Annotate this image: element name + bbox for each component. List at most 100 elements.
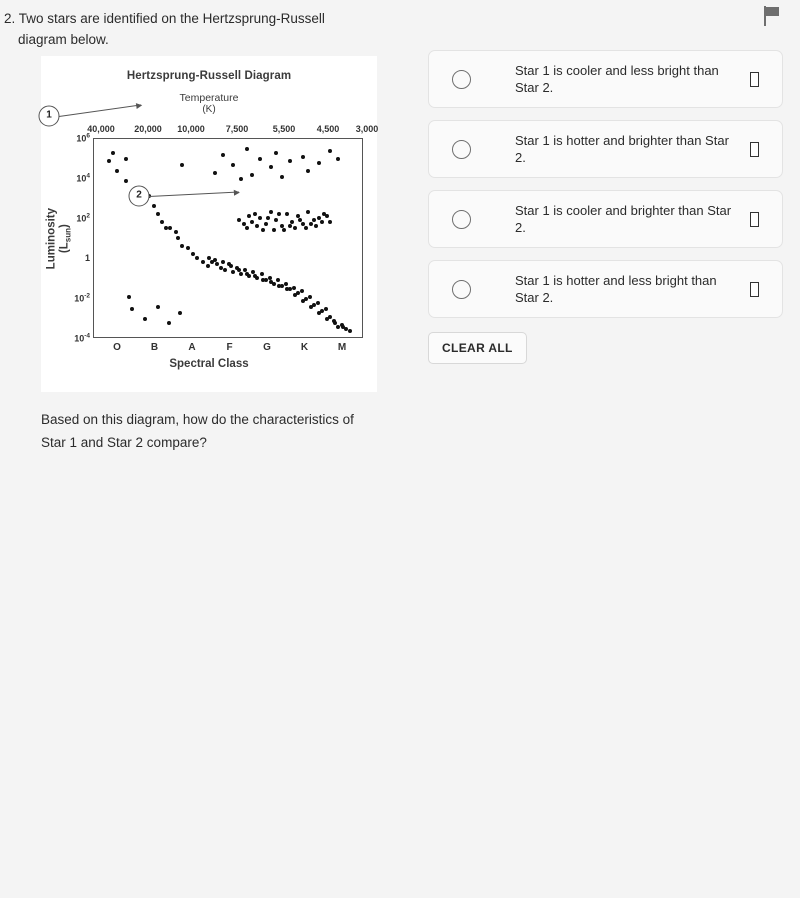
hr-diagram-figure: Hertzsprung-Russell Diagram Temperature …: [38, 56, 379, 392]
radio-option-d[interactable]: [452, 279, 471, 299]
temperature-tick-0: 40,000: [87, 124, 115, 134]
temperature-tick-row: 40,000 20,000 10,000 7,500 5,500 4,500 3,000: [41, 124, 379, 136]
temperature-tick-5: 4,500: [316, 124, 340, 134]
hr-plot-area: [93, 138, 363, 338]
star-point-giants: [282, 228, 287, 233]
star-point-giants: [252, 212, 257, 217]
star-point-main-sequence: [212, 257, 217, 262]
star-point-main-sequence: [180, 243, 185, 248]
star-point-giants: [298, 218, 303, 223]
star-point-main-sequence: [173, 230, 178, 235]
star-point-main-sequence: [315, 301, 320, 306]
luminosity-axis-title: Luminosity (Lsun): [45, 174, 74, 304]
radio-option-b[interactable]: [452, 139, 471, 159]
answer-option-d[interactable]: Star 1 is hotter and less bright than St…: [428, 260, 783, 318]
star-point-main-sequence: [168, 226, 173, 231]
luminosity-tick-3: 1: [84, 253, 90, 263]
star-marker-1: 1: [38, 105, 60, 127]
luminosity-tick-2: 102: [76, 212, 90, 224]
star-point-white-dwarfs: [167, 321, 172, 326]
star-point-supergiants: [110, 150, 115, 155]
star-point-main-sequence: [260, 277, 265, 282]
spectral-tick-g: G: [263, 342, 271, 353]
star-point-giants: [236, 218, 241, 223]
star-point-supergiants: [335, 156, 340, 161]
star-point-giants: [244, 226, 249, 231]
star-point-main-sequence: [275, 277, 280, 282]
star-point-giants: [293, 226, 297, 231]
star-point-supergiants: [250, 172, 255, 177]
star-point-supergiants: [124, 156, 129, 161]
audio-icon[interactable]: [750, 211, 759, 227]
temperature-axis-label: Temperature: [179, 92, 239, 104]
star-point-main-sequence: [114, 168, 119, 173]
flag-question-button[interactable]: [760, 4, 784, 28]
audio-icon[interactable]: [750, 141, 759, 157]
star-point-main-sequence: [307, 295, 312, 300]
temperature-tick-4: 5,500: [272, 124, 296, 134]
star-point-white-dwarfs: [142, 317, 147, 322]
temperature-tick-3: 7,500: [225, 124, 249, 134]
star-point-main-sequence: [291, 285, 296, 290]
star-point-main-sequence: [301, 299, 306, 304]
audio-icon[interactable]: [750, 71, 759, 87]
star-point-supergiants: [268, 164, 273, 169]
star-point-giants: [325, 214, 330, 219]
star-point-supergiants: [231, 162, 236, 167]
answer-option-c[interactable]: Star 1 is cooler and brighter than Star …: [428, 190, 783, 248]
star-point-white-dwarfs: [156, 305, 161, 310]
star-point-main-sequence: [244, 271, 249, 276]
star-point-main-sequence: [156, 212, 161, 217]
luminosity-tick-4: 10-2: [74, 292, 90, 304]
star-point-giants: [303, 226, 308, 231]
star-point-main-sequence: [284, 287, 289, 292]
luminosity-tick-5: 10-4: [74, 332, 90, 344]
star-point-supergiants: [301, 154, 306, 159]
star-point-main-sequence: [317, 311, 322, 316]
star-point-giants: [258, 216, 263, 221]
star-point-main-sequence: [276, 283, 281, 288]
star-point-giants: [306, 210, 311, 215]
answer-option-a[interactable]: Star 1 is cooler and less bright than St…: [428, 50, 783, 108]
star-point-main-sequence: [341, 325, 346, 330]
star-point-main-sequence: [293, 293, 297, 298]
star-point-main-sequence: [207, 255, 212, 260]
luminosity-axis-unit: (Lsun): [58, 224, 73, 254]
spectral-tick-f: F: [226, 342, 233, 353]
star-point-giants: [309, 222, 314, 227]
luminosity-tick-0: 106: [76, 132, 90, 144]
radio-option-a[interactable]: [452, 69, 471, 89]
luminosity-tick-1: 104: [76, 172, 90, 184]
star-point-main-sequence: [160, 220, 165, 225]
answer-label-option-a: Star 1 is cooler and less bright than St…: [515, 63, 719, 95]
spectral-tick-a: A: [188, 342, 196, 353]
star-point-supergiants: [327, 148, 332, 153]
luminosity-axis-label: Luminosity: [45, 207, 58, 270]
temperature-tick-1: 20,000: [134, 124, 162, 134]
star-point-main-sequence: [124, 178, 129, 183]
star-point-main-sequence: [185, 245, 190, 250]
spectral-tick-m: M: [337, 342, 347, 353]
star-point-supergiants: [287, 158, 292, 163]
star-point-main-sequence: [195, 255, 200, 260]
clear-all-button[interactable]: CLEAR ALL: [428, 332, 527, 364]
answer-option-b[interactable]: Star 1 is hotter and brighter than Star …: [428, 120, 783, 178]
spectral-tick-o: O: [113, 342, 121, 353]
star-point-giants: [314, 224, 319, 229]
audio-icon[interactable]: [750, 281, 759, 297]
question-followup: Based on this diagram, how do the charac…: [41, 412, 354, 450]
star-point-supergiants: [212, 170, 217, 175]
star-point-supergiants: [258, 156, 263, 161]
question-prompt: 2. Two stars are identified on the Hertz…: [4, 11, 325, 47]
star-point-main-sequence: [106, 158, 111, 163]
star-point-main-sequence: [152, 204, 157, 209]
spectral-class-tick-row: OBAFGKM: [93, 342, 363, 356]
star-point-giants: [319, 220, 324, 225]
star-point-main-sequence: [239, 271, 244, 276]
star-point-main-sequence: [333, 321, 338, 326]
spectral-tick-k: K: [300, 342, 309, 353]
radio-option-c[interactable]: [452, 209, 471, 229]
star-point-giants: [260, 228, 265, 233]
figure-title: Hertzsprung-Russell Diagram: [126, 70, 292, 82]
temperature-tick-6: 3,000: [355, 124, 379, 134]
